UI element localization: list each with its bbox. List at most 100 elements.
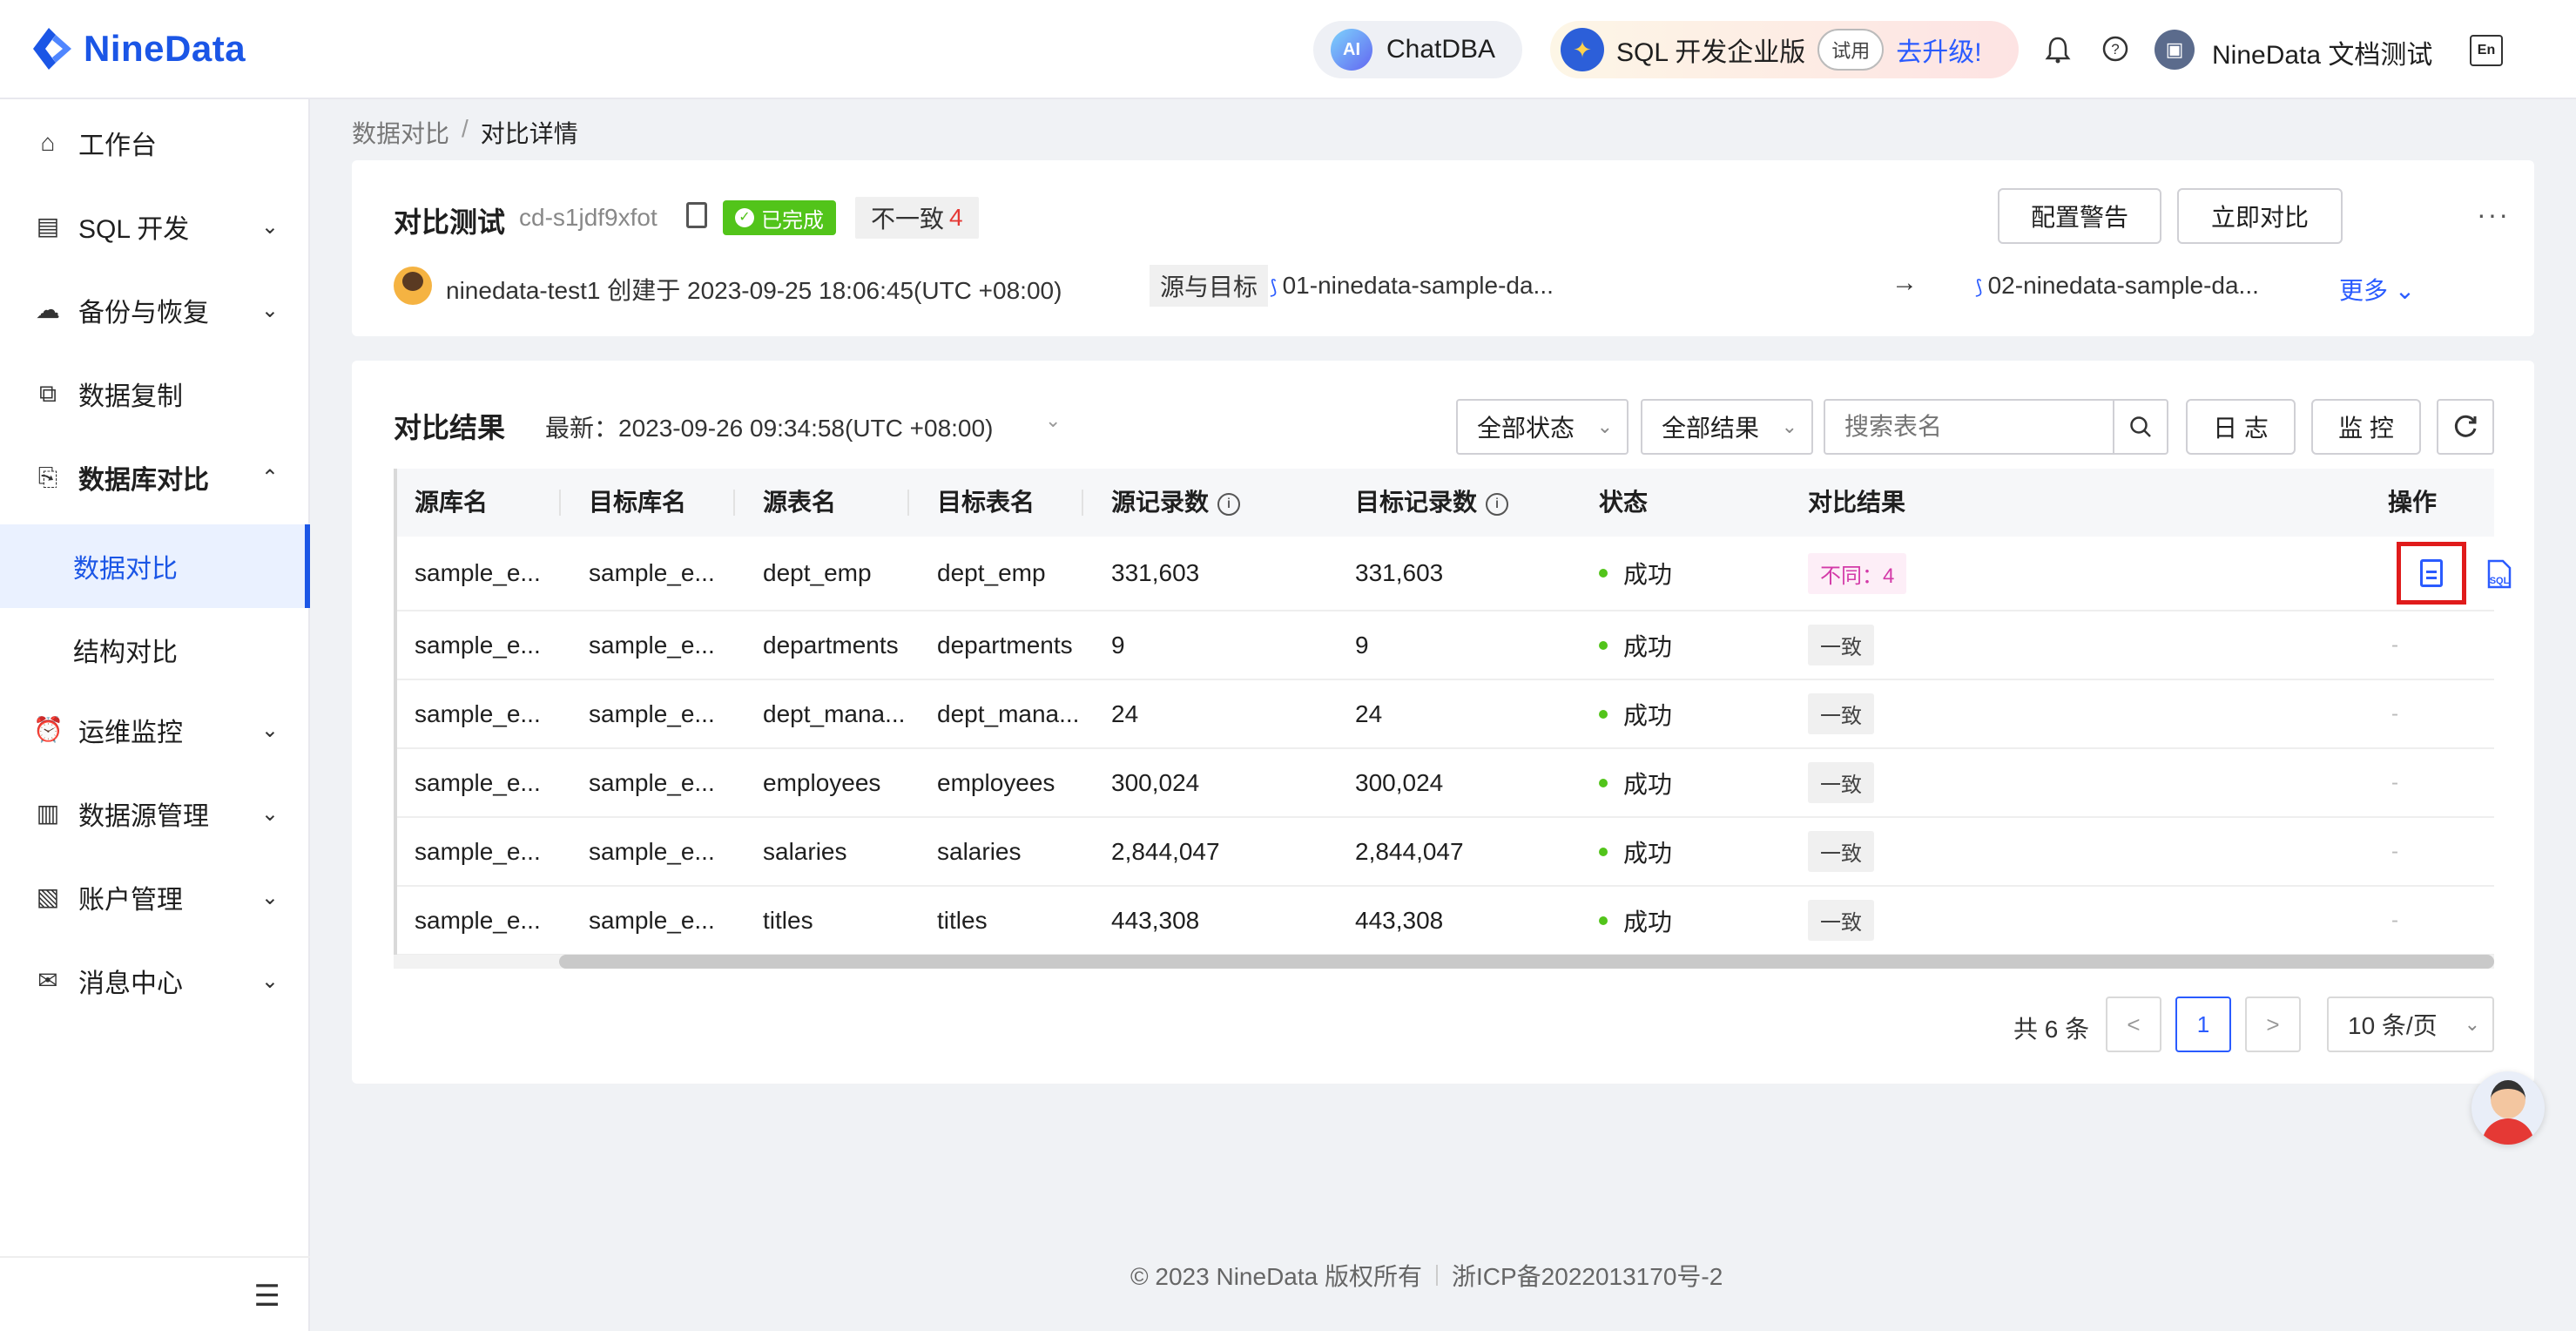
user-avatar[interactable]: ▣	[2155, 30, 2195, 70]
language-switch-icon[interactable]: En	[2470, 35, 2503, 66]
cell-result: 一致	[1808, 749, 1874, 816]
monitor-button[interactable]: 监 控	[2311, 399, 2421, 455]
chevron-down-icon[interactable]: ⌄	[1045, 409, 1061, 432]
success-dot-icon	[1599, 640, 1608, 650]
sidebar-item-label: SQL 开发	[78, 215, 190, 244]
upgrade-link[interactable]: 去升级!	[1896, 30, 1981, 69]
log-button[interactable]: 日 志	[2186, 399, 2296, 455]
footer: © 2023 NineData 版权所有 浙ICP备2022013170号-2	[1130, 1258, 1723, 1293]
help-icon[interactable]: ?	[2101, 35, 2130, 64]
edition-banner[interactable]: ✦ SQL 开发企业版 试用 去升级!	[1550, 21, 2019, 78]
cell-target-db: sample_e...	[589, 768, 715, 796]
view-report-button[interactable]	[2397, 542, 2466, 605]
sidebar-item-account[interactable]: ▧ 账户管理 ⌄	[0, 855, 310, 939]
sidebar-item-datasource[interactable]: ▥ 数据源管理 ⌄	[0, 772, 310, 855]
mail-icon: ✉	[37, 967, 58, 994]
cell-result: 不同：4	[1808, 537, 1907, 610]
success-dot-icon	[1599, 915, 1608, 925]
table-row: sample_e... sample_e... titles titles 44…	[397, 887, 2494, 956]
refresh-button[interactable]	[2437, 399, 2494, 455]
chevron-down-icon: ⌄	[2394, 277, 2416, 304]
sidebar-item-structure-compare[interactable]: 结构对比	[0, 608, 310, 692]
compare-now-button[interactable]: 立即对比	[2177, 188, 2343, 244]
success-dot-icon	[1599, 778, 1608, 787]
page-size-select[interactable]: 10 条/页 ⌄	[2327, 997, 2494, 1052]
sidebar: ⌂ 工作台 ▤ SQL 开发 ⌄ ☁ 备份与恢复 ⌄ ⧉ 数据复制 ⎘ 数据库对…	[0, 99, 310, 1331]
cell-source-count: 300,024	[1111, 768, 1200, 796]
arrow-right-icon: →	[1892, 268, 1918, 297]
sidebar-item-sql-dev[interactable]: ▤ SQL 开发 ⌄	[0, 185, 310, 268]
cell-target-count: 24	[1355, 699, 1383, 727]
icp-link[interactable]: 浙ICP备2022013170号-2	[1452, 1258, 1723, 1293]
breadcrumb: 数据对比 / 对比详情	[352, 115, 578, 150]
horizontal-scrollbar[interactable]	[394, 955, 2494, 969]
result-same-tag: 一致	[1808, 693, 1874, 734]
status-filter-select[interactable]: 全部状态 ⌄	[1456, 399, 1629, 455]
scrollbar-thumb[interactable]	[559, 955, 2494, 969]
cell-target-db: sample_e...	[589, 631, 715, 659]
target-db-link[interactable]: ⟆ 02-ninedata-sample-da...	[1975, 272, 2259, 300]
sidebar-item-backup[interactable]: ☁ 备份与恢复 ⌄	[0, 268, 310, 352]
cell-source-db: sample_e...	[415, 906, 541, 934]
more-link[interactable]: 更多 ⌄	[2339, 272, 2415, 307]
next-page-button[interactable]: >	[2245, 997, 2301, 1052]
sidebar-item-data-compare[interactable]: 数据对比	[0, 524, 310, 608]
result-same-tag: 一致	[1808, 625, 1874, 666]
info-icon[interactable]: i	[1217, 492, 1241, 516]
user-name[interactable]: NineData 文档测试	[2212, 33, 2432, 71]
sidebar-item-label: 运维监控	[78, 719, 183, 747]
sidebar-item-monitoring[interactable]: ⏰ 运维监控 ⌄	[0, 688, 310, 772]
sidebar-item-workbench[interactable]: ⌂ 工作台	[0, 101, 310, 185]
col-result: 对比结果	[1808, 489, 1906, 516]
result-filter-select[interactable]: 全部结果 ⌄	[1641, 399, 1813, 455]
support-assistant-button[interactable]	[2471, 1071, 2545, 1145]
result-diff-tag: 不同：4	[1808, 552, 1907, 594]
refresh-icon	[2454, 415, 2477, 437]
alarm-icon: ⏰	[33, 716, 64, 743]
sidebar-item-label: 消息中心	[78, 970, 183, 998]
more-actions-icon[interactable]: ···	[2477, 199, 2510, 231]
configure-alert-button[interactable]: 配置警告	[1998, 188, 2161, 244]
search-button[interactable]	[2113, 401, 2167, 453]
cell-source-table: dept_emp	[763, 559, 872, 586]
status-filter-value: 全部状态	[1477, 415, 1575, 442]
more-link-label: 更多	[2339, 277, 2389, 304]
cell-source-table: titles	[763, 906, 813, 934]
logo[interactable]: NineData	[30, 24, 246, 73]
sidebar-item-replication[interactable]: ⧉ 数据复制	[0, 352, 310, 436]
chevron-down-icon: ⌄	[260, 298, 279, 322]
col-target-db: 目标库名	[589, 489, 687, 516]
info-icon[interactable]: i	[1486, 492, 1509, 516]
bell-icon[interactable]	[2043, 35, 2073, 64]
chevron-up-icon: ⌃	[260, 465, 279, 490]
sql-file-icon[interactable]: SQL	[2485, 559, 2513, 589]
chevron-down-icon: ⌄	[1781, 416, 1797, 437]
result-filter-value: 全部结果	[1662, 415, 1760, 442]
cell-source-count: 443,308	[1111, 906, 1200, 934]
sidebar-item-db-compare[interactable]: ⎘ 数据库对比 ⌃	[0, 436, 310, 519]
table-row: sample_e... sample_e... dept_emp dept_em…	[397, 537, 2512, 611]
brand-name: NineData	[84, 28, 246, 69]
copy-icon[interactable]	[686, 202, 707, 228]
success-dot-icon	[1599, 847, 1608, 856]
page-1-button[interactable]: 1	[2175, 997, 2231, 1052]
cell-result: 一致	[1808, 887, 1874, 954]
chevron-down-icon: ⌄	[2464, 1013, 2480, 1035]
status-label: 已完成	[761, 208, 824, 233]
latest-run-time[interactable]: 最新：2023-09-26 09:34:58(UTC +08:00)	[545, 409, 993, 444]
source-db-link[interactable]: ⟆ 01-ninedata-sample-da...	[1270, 272, 1554, 300]
chatdba-button[interactable]: AI ChatDBA	[1313, 21, 1522, 78]
cell-target-count: 331,603	[1355, 559, 1444, 586]
sidebar-item-messages[interactable]: ✉ 消息中心 ⌄	[0, 939, 310, 1023]
cell-status: 成功	[1599, 818, 1672, 885]
cell-source-count: 331,603	[1111, 559, 1200, 586]
source-target-label: 源与目标	[1150, 265, 1269, 307]
cell-result: 一致	[1808, 611, 1874, 679]
prev-page-button[interactable]: <	[2106, 997, 2161, 1052]
ai-icon: AI	[1331, 29, 1372, 71]
collapse-sidebar-icon[interactable]: ☰	[254, 1279, 280, 1314]
breadcrumb-parent[interactable]: 数据对比	[352, 115, 449, 150]
sidebar-item-label: 数据库对比	[78, 466, 209, 495]
table-search-input[interactable]	[1825, 402, 2104, 451]
breadcrumb-current: 对比详情	[480, 120, 578, 147]
